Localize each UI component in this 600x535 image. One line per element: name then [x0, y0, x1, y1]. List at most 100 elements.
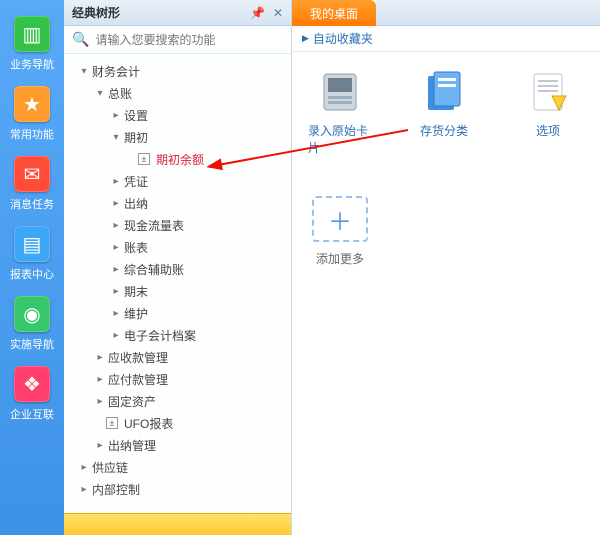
twisty-icon: ▸: [78, 484, 90, 495]
twisty-icon: ▾: [94, 88, 106, 99]
twisty-icon: ▸: [110, 220, 122, 231]
tree-label: 出纳: [122, 195, 148, 212]
common-icon: ★: [14, 86, 50, 122]
tab-bar-rest: [376, 0, 600, 26]
tree-cashier[interactable]: ▸出纳: [72, 192, 287, 214]
favorites-label: 自动收藏夹: [313, 30, 373, 47]
left-iconbar: ▥ 业务导航 ★ 常用功能 ✉ 消息任务 ▤ 报表中心 ◉ 实施导航 ❖ 企业互联: [0, 0, 64, 535]
tree-earchive[interactable]: ▸电子会计档案: [72, 324, 287, 346]
ent-label: 企业互联: [10, 406, 54, 422]
stock-cat-label: 存货分类: [420, 122, 468, 139]
tree-label: 总账: [106, 85, 132, 102]
tree-label: 电子会计档案: [122, 327, 196, 344]
tree-label: 应付款管理: [106, 371, 168, 388]
tab-desktop[interactable]: 我的桌面: [292, 0, 376, 26]
tree-gl[interactable]: ▾总账: [72, 82, 287, 104]
tree-label: 期初: [122, 129, 148, 146]
desktop-stock-cat[interactable]: 存货分类: [412, 70, 476, 156]
search-icon: 🔍: [72, 31, 89, 48]
biz-nav-label: 业务导航: [10, 56, 54, 72]
msg-tasks-icon: ✉: [14, 156, 50, 192]
tree-label: UFO报表: [122, 415, 173, 432]
tree-books[interactable]: ▸账表: [72, 236, 287, 258]
desktop: 录入原始卡片 存货分类 选项 ＋ 添加更多: [292, 52, 600, 535]
content-header: 我的桌面: [292, 0, 600, 26]
tree-settings[interactable]: ▸设置: [72, 104, 287, 126]
stock-cat-icon: [422, 70, 466, 114]
tree-ap[interactable]: ▸应付款管理: [72, 368, 287, 390]
tree-ufo[interactable]: ± UFO报表: [72, 412, 287, 434]
impl-label: 实施导航: [10, 336, 54, 352]
biz-nav-icon: ▥: [14, 16, 50, 52]
tree-label: 供应链: [90, 459, 128, 476]
close-icon[interactable]: ✕: [273, 6, 283, 20]
bottom-tab-strip[interactable]: [64, 513, 291, 535]
tree-voucher[interactable]: ▸凭证: [72, 170, 287, 192]
twisty-icon: ▸: [110, 110, 122, 121]
tree-aux[interactable]: ▸综合辅助账: [72, 258, 287, 280]
common-label: 常用功能: [10, 126, 54, 142]
panel-header: 经典树形 📌 ✕: [64, 0, 291, 26]
tree-cash-mgt[interactable]: ▸出纳管理: [72, 434, 287, 456]
pin-icon[interactable]: 📌: [250, 6, 265, 20]
twisty-icon: ▸: [110, 330, 122, 341]
tree-label: 固定资产: [106, 393, 156, 410]
tree-label: 期初余额: [154, 151, 204, 168]
twisty-icon: ▸: [110, 176, 122, 187]
tree-cashflow[interactable]: ▸现金流量表: [72, 214, 287, 236]
tree-period-end[interactable]: ▸期末: [72, 280, 287, 302]
tree-ic[interactable]: ▸内部控制: [72, 478, 287, 500]
impl-icon: ◉: [14, 296, 50, 332]
report-label: 报表中心: [10, 266, 54, 282]
add-more-label: 添加更多: [316, 250, 364, 267]
twisty-icon: ▸: [78, 462, 90, 473]
tree-panel: 经典树形 📌 ✕ 🔍 ▾财务会计▾总账▸设置▾期初±期初余额▸凭证▸出纳▸现金流…: [64, 0, 292, 535]
tree-financial[interactable]: ▾财务会计: [72, 60, 287, 82]
search-bar: 🔍: [64, 26, 291, 54]
tree-label: 出纳管理: [106, 437, 156, 454]
desktop-options[interactable]: 选项: [516, 70, 580, 156]
tree-maintain[interactable]: ▸维护: [72, 302, 287, 324]
ent-icon: ❖: [14, 366, 50, 402]
iconbar-ent[interactable]: ❖ 企业互联: [10, 366, 54, 422]
options-label: 选项: [536, 122, 560, 139]
twisty-icon: ▸: [110, 242, 122, 253]
tree-label: 综合辅助账: [122, 261, 184, 278]
iconbar-msg-tasks[interactable]: ✉ 消息任务: [10, 156, 54, 212]
desktop-enter-card[interactable]: 录入原始卡片: [308, 70, 372, 156]
iconbar-impl[interactable]: ◉ 实施导航: [10, 296, 54, 352]
tree-fa[interactable]: ▸固定资产: [72, 390, 287, 412]
tree-label: 期末: [122, 283, 148, 300]
tree-ar[interactable]: ▸应收款管理: [72, 346, 287, 368]
tree-scm[interactable]: ▸供应链: [72, 456, 287, 478]
doc-icon: ±: [106, 417, 118, 429]
tree-label: 凭证: [122, 173, 148, 190]
chevron-right-icon: ▶: [302, 33, 309, 44]
twisty-icon: ▸: [94, 374, 106, 385]
twisty-icon: ▸: [110, 286, 122, 297]
tree-label: 账表: [122, 239, 148, 256]
twisty-icon: ▾: [78, 66, 90, 77]
report-icon: ▤: [14, 226, 50, 262]
twisty-icon: ▸: [94, 396, 106, 407]
panel-title: 经典树形: [72, 4, 120, 21]
twisty-icon: ▸: [110, 308, 122, 319]
iconbar-report[interactable]: ▤ 报表中心: [10, 226, 54, 282]
nav-tree: ▾财务会计▾总账▸设置▾期初±期初余额▸凭证▸出纳▸现金流量表▸账表▸综合辅助账…: [64, 54, 291, 513]
tree-label: 维护: [122, 305, 148, 322]
iconbar-common[interactable]: ★ 常用功能: [10, 86, 54, 142]
twisty-icon: ▸: [110, 264, 122, 275]
tree-label: 财务会计: [90, 63, 140, 80]
enter-card-icon: [318, 70, 362, 114]
tree-opening-balance[interactable]: ±期初余额: [72, 148, 287, 170]
twisty-icon: ▸: [94, 352, 106, 363]
search-input[interactable]: [95, 33, 283, 47]
enter-card-label: 录入原始卡片: [308, 122, 372, 156]
favorites-bar[interactable]: ▶ 自动收藏夹: [292, 26, 600, 52]
twisty-icon: ▸: [110, 198, 122, 209]
add-more-button[interactable]: ＋: [312, 196, 368, 242]
content-area: 我的桌面 ▶ 自动收藏夹 录入原始卡片 存货分类 选项 ＋ 添加更多: [292, 0, 600, 535]
tree-label: 现金流量表: [122, 217, 184, 234]
iconbar-biz-nav[interactable]: ▥ 业务导航: [10, 16, 54, 72]
tree-opening[interactable]: ▾期初: [72, 126, 287, 148]
